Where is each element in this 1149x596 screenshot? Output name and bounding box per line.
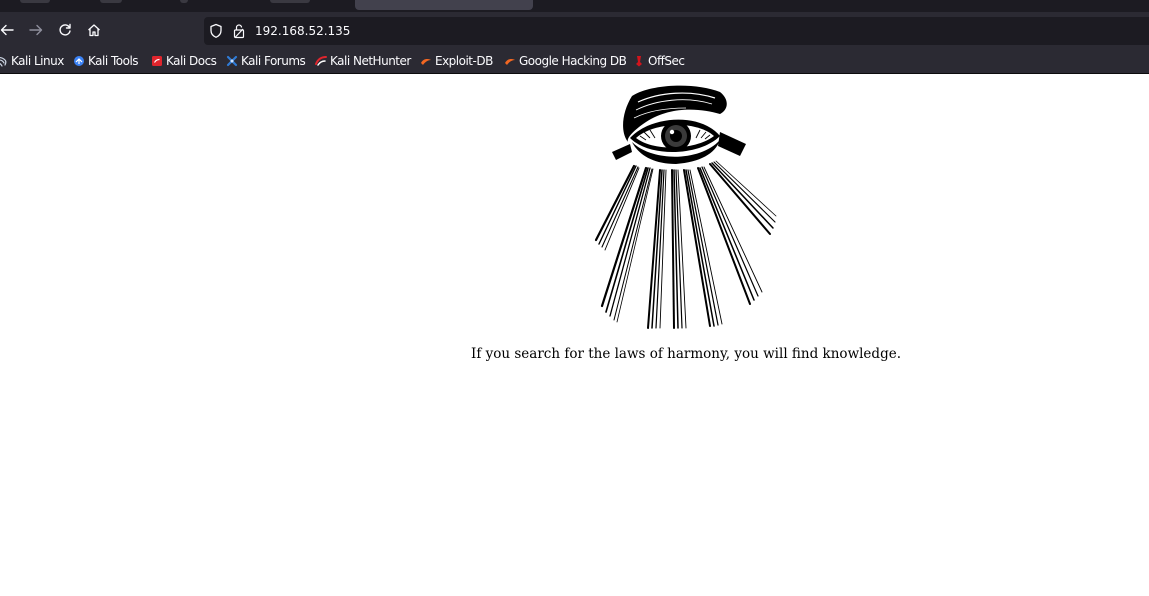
- bookmark-kali-docs[interactable]: Kali Docs: [151, 52, 217, 69]
- forward-button[interactable]: [26, 20, 46, 40]
- exploit-db-icon: [421, 58, 431, 65]
- reload-icon: [59, 23, 71, 36]
- page-content: If you search for the laws of harmony, y…: [0, 74, 1149, 596]
- arrow-left-icon: [0, 24, 14, 36]
- tab-active[interactable]: [355, 0, 533, 10]
- all-seeing-eye-illustration: [594, 85, 777, 329]
- url-bar[interactable]: 192.168.52.135: [204, 17, 1149, 45]
- bookmark-kali-nethunter[interactable]: Kali NetHunter: [315, 52, 411, 69]
- home-icon: [88, 24, 100, 37]
- arrow-right-icon: [29, 24, 43, 36]
- kali-tools-icon: [74, 55, 84, 66]
- kali-forums-icon: [226, 55, 238, 66]
- bookmark-exploit-db[interactable]: Exploit-DB: [420, 52, 493, 69]
- bookmark-label: Kali Linux: [11, 53, 64, 68]
- bookmarks-toolbar: Kali Linux Kali Tools Kali Docs Kali For…: [0, 48, 1149, 74]
- page-caption: If you search for the laws of harmony, y…: [471, 346, 901, 362]
- kali-dragon-icon: [0, 56, 7, 67]
- bookmark-label: Kali NetHunter: [330, 53, 411, 68]
- bookmark-label: Exploit-DB: [435, 53, 493, 68]
- bookmark-kali-forums[interactable]: Kali Forums: [226, 52, 306, 69]
- kali-docs-icon: [152, 55, 162, 66]
- browser-chrome: 192.168.52.135 Kali Linux Kali Tools Kal…: [0, 0, 1149, 74]
- bookmark-label: Kali Docs: [166, 53, 217, 68]
- tab-inactive[interactable]: [180, 0, 188, 3]
- lock-icon[interactable]: [232, 22, 250, 40]
- back-button[interactable]: [0, 20, 17, 40]
- shield-icon[interactable]: [209, 22, 227, 40]
- tab-inactive[interactable]: [100, 0, 122, 3]
- ghdb-icon: [505, 58, 515, 65]
- bookmark-offsec[interactable]: OffSec: [633, 52, 685, 69]
- tab-inactive[interactable]: [270, 0, 310, 3]
- nethunter-icon: [315, 55, 327, 66]
- tab-inactive[interactable]: [20, 0, 50, 3]
- navigation-bar: 192.168.52.135: [0, 12, 1149, 48]
- bookmark-kali-linux[interactable]: Kali Linux: [0, 52, 64, 69]
- bookmark-label: Kali Tools: [88, 53, 139, 68]
- tab-strip: [0, 0, 1149, 12]
- bookmark-kali-tools[interactable]: Kali Tools: [73, 52, 139, 69]
- bookmark-google-hacking-db[interactable]: Google Hacking DB: [504, 52, 627, 69]
- home-button[interactable]: [84, 20, 104, 40]
- url-text[interactable]: 192.168.52.135: [255, 22, 350, 40]
- bookmark-label: Kali Forums: [241, 53, 306, 68]
- bookmark-label: Google Hacking DB: [519, 53, 627, 68]
- bookmark-label: OffSec: [648, 53, 685, 68]
- offsec-icon: [636, 55, 642, 66]
- reload-button[interactable]: [55, 20, 75, 40]
